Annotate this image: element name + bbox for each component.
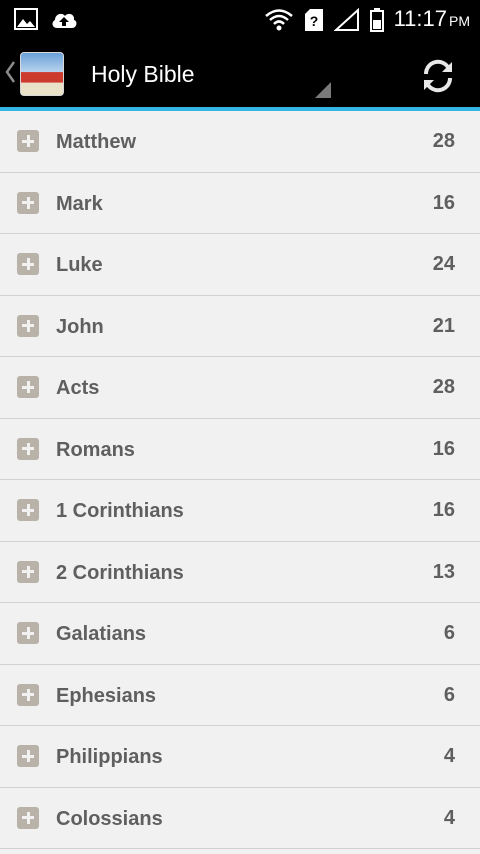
book-name: 2 Corinthians (56, 561, 184, 584)
book-name: Mark (56, 192, 103, 215)
spinner-indicator-icon[interactable] (315, 82, 331, 98)
list-item-galatians[interactable]: Galatians 6 (0, 603, 480, 665)
book-name: Luke (56, 254, 103, 276)
chapter-count: 21 (432, 314, 455, 337)
book-name: John (56, 315, 104, 338)
status-bar: ? 11:17 PM (0, 0, 480, 38)
book-name: Romans (56, 438, 135, 461)
chapter-count: 28 (432, 376, 455, 398)
chapter-count: 16 (432, 499, 455, 521)
app-title[interactable]: Holy Bible (91, 60, 195, 88)
chapter-count: 4 (443, 806, 455, 829)
chapter-count: 13 (432, 560, 455, 583)
expand-plus-icon[interactable] (17, 622, 39, 644)
app-icon[interactable] (20, 52, 64, 96)
book-name: Acts (56, 377, 100, 399)
action-bar: Holy Bible (0, 38, 480, 107)
book-name: Galatians (56, 623, 147, 645)
book-name: Philippians (56, 746, 163, 768)
list-item-acts[interactable]: Acts 28 (0, 357, 480, 419)
list-item-colossians[interactable]: Colossians 4 (0, 788, 480, 849)
battery-icon (369, 8, 384, 32)
list-item-luke[interactable]: Luke 24 (0, 234, 480, 296)
list-item-matthew[interactable]: Matthew 28 (0, 111, 480, 173)
back-chevron-icon[interactable] (4, 60, 16, 84)
list-item-ephesians[interactable]: Ephesians 6 (0, 665, 480, 726)
expand-plus-icon[interactable] (17, 376, 39, 398)
book-name: Colossians (56, 807, 163, 830)
status-time: 11:17 PM (393, 6, 470, 31)
list-item-2-corinthians[interactable]: 2 Corinthians 13 (0, 542, 480, 603)
cloud-upload-icon (52, 13, 77, 28)
expand-plus-icon[interactable] (17, 130, 39, 152)
list-item-john[interactable]: John 21 (0, 296, 480, 357)
list-item-romans[interactable]: Romans 16 (0, 419, 480, 480)
image-icon (14, 8, 38, 30)
expand-plus-icon[interactable] (17, 437, 39, 460)
list-item-1-corinthians[interactable]: 1 Corinthians 16 (0, 480, 480, 542)
expand-plus-icon[interactable] (17, 560, 39, 583)
wifi-icon (264, 9, 293, 31)
book-name: Matthew (56, 131, 136, 153)
expand-plus-icon[interactable] (17, 745, 39, 767)
no-sim-icon: ? (304, 9, 323, 31)
chapter-count: 28 (432, 130, 455, 152)
chapter-count: 16 (432, 437, 455, 460)
list-item-philippians[interactable]: Philippians 4 (0, 726, 480, 788)
expand-plus-icon[interactable] (17, 191, 39, 214)
chapter-count: 16 (432, 191, 455, 214)
svg-text:?: ? (309, 13, 318, 29)
signal-icon (333, 8, 359, 31)
expand-plus-icon[interactable] (17, 253, 39, 275)
book-list: Matthew 28 Mark 16 Luke 24 John 21 Acts … (0, 111, 480, 854)
expand-plus-icon[interactable] (17, 499, 39, 521)
expand-plus-icon[interactable] (17, 806, 39, 829)
book-name: 1 Corinthians (56, 500, 184, 522)
expand-plus-icon[interactable] (17, 683, 39, 706)
book-name: Ephesians (56, 684, 157, 707)
chapter-count: 4 (443, 745, 455, 767)
refresh-icon[interactable] (418, 56, 458, 96)
chapter-count: 6 (443, 683, 455, 706)
expand-plus-icon[interactable] (17, 314, 39, 337)
chapter-count: 24 (432, 253, 455, 275)
list-item-mark[interactable]: Mark 16 (0, 173, 480, 234)
chapter-count: 6 (443, 622, 455, 644)
